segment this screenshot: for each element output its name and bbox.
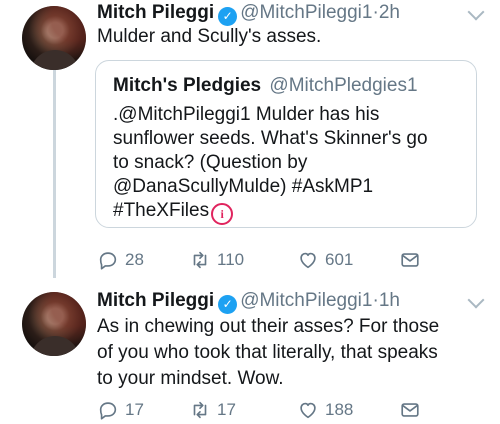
chevron-down-icon[interactable] bbox=[467, 291, 485, 309]
tweet-text-line: to your mindset. Wow. bbox=[97, 368, 284, 389]
author-name[interactable]: Mitch Pileggi bbox=[97, 2, 214, 23]
quoted-line: @DanaScullyMulde) #AskMP1 bbox=[113, 176, 374, 197]
heart-icon bbox=[300, 252, 316, 269]
heart-icon bbox=[300, 402, 316, 419]
like-count: 188 bbox=[325, 400, 354, 419]
tweet-actions: 28 110 601 bbox=[97, 248, 427, 272]
reply-button[interactable]: 28 bbox=[97, 248, 144, 272]
reply-count: 28 bbox=[125, 250, 144, 269]
info-icon[interactable]: i bbox=[211, 203, 234, 225]
author-name[interactable]: Mitch Pileggi bbox=[97, 290, 214, 311]
reply-icon bbox=[99, 252, 117, 270]
retweet-icon bbox=[193, 251, 207, 269]
envelope-icon bbox=[401, 403, 419, 417]
like-button[interactable]: 601 bbox=[297, 248, 353, 272]
tweet-text: Mulder and Scully's asses. bbox=[97, 26, 322, 47]
hashtag[interactable]: #TheXFiles bbox=[113, 200, 209, 221]
envelope-icon bbox=[401, 253, 419, 267]
author-handle[interactable]: @MitchPileggi1 bbox=[240, 2, 372, 23]
retweet-count: 17 bbox=[217, 400, 236, 419]
quoted-tweet[interactable]: Mitch's Pledgies @MitchPledgies1 .@Mitch… bbox=[95, 60, 477, 228]
retweet-icon bbox=[193, 401, 207, 419]
timestamp[interactable]: 2h bbox=[379, 2, 400, 23]
retweet-button[interactable]: 17 bbox=[189, 398, 236, 422]
tweet-actions: 17 17 188 bbox=[97, 398, 427, 422]
quoted-tweet-text: .@MitchPileggi1 Mulder has his sunflower… bbox=[113, 103, 465, 225]
quoted-author-name: Mitch's Pledgies bbox=[113, 75, 262, 96]
reply-icon bbox=[99, 402, 117, 420]
reply-count: 17 bbox=[125, 400, 144, 419]
author-handle[interactable]: @MitchPileggi1 bbox=[240, 290, 372, 311]
avatar[interactable] bbox=[22, 6, 86, 70]
retweet-button[interactable]: 110 bbox=[189, 248, 244, 272]
quoted-line: .@MitchPileggi1 Mulder has his bbox=[113, 104, 380, 125]
tweet-text-line: As in chewing out their asses? For those bbox=[97, 316, 440, 337]
quoted-line: sunflower seeds. What's Skinner's go bbox=[113, 128, 428, 149]
tweet-header: Mitch Pileggi ✓ @MitchPileggi1·1h bbox=[97, 288, 400, 314]
tweet-header: Mitch Pileggi ✓ @MitchPileggi1·2h bbox=[97, 0, 400, 26]
quoted-line-last: #TheXFiles i bbox=[113, 199, 465, 225]
tweet-text: As in chewing out their asses? For those… bbox=[97, 314, 439, 392]
avatar[interactable] bbox=[22, 292, 86, 356]
direct-message-button[interactable] bbox=[399, 248, 427, 272]
timestamp[interactable]: 1h bbox=[379, 290, 400, 311]
verified-badge-icon: ✓ bbox=[218, 295, 238, 314]
tweet-text-line: of you who took that literally, that spe… bbox=[97, 342, 438, 363]
like-button[interactable]: 188 bbox=[297, 398, 353, 422]
reply-button[interactable]: 17 bbox=[97, 398, 144, 422]
quoted-author-handle: @MitchPledgies1 bbox=[269, 75, 418, 96]
thread-connector-line bbox=[53, 70, 56, 278]
direct-message-button[interactable] bbox=[399, 398, 427, 422]
quoted-line: to snack? (Question by bbox=[113, 152, 308, 173]
chevron-down-icon[interactable] bbox=[467, 3, 485, 21]
quoted-tweet-header: Mitch's Pledgies @MitchPledgies1 bbox=[113, 73, 418, 99]
retweet-count: 110 bbox=[217, 250, 245, 269]
like-count: 601 bbox=[325, 250, 354, 269]
